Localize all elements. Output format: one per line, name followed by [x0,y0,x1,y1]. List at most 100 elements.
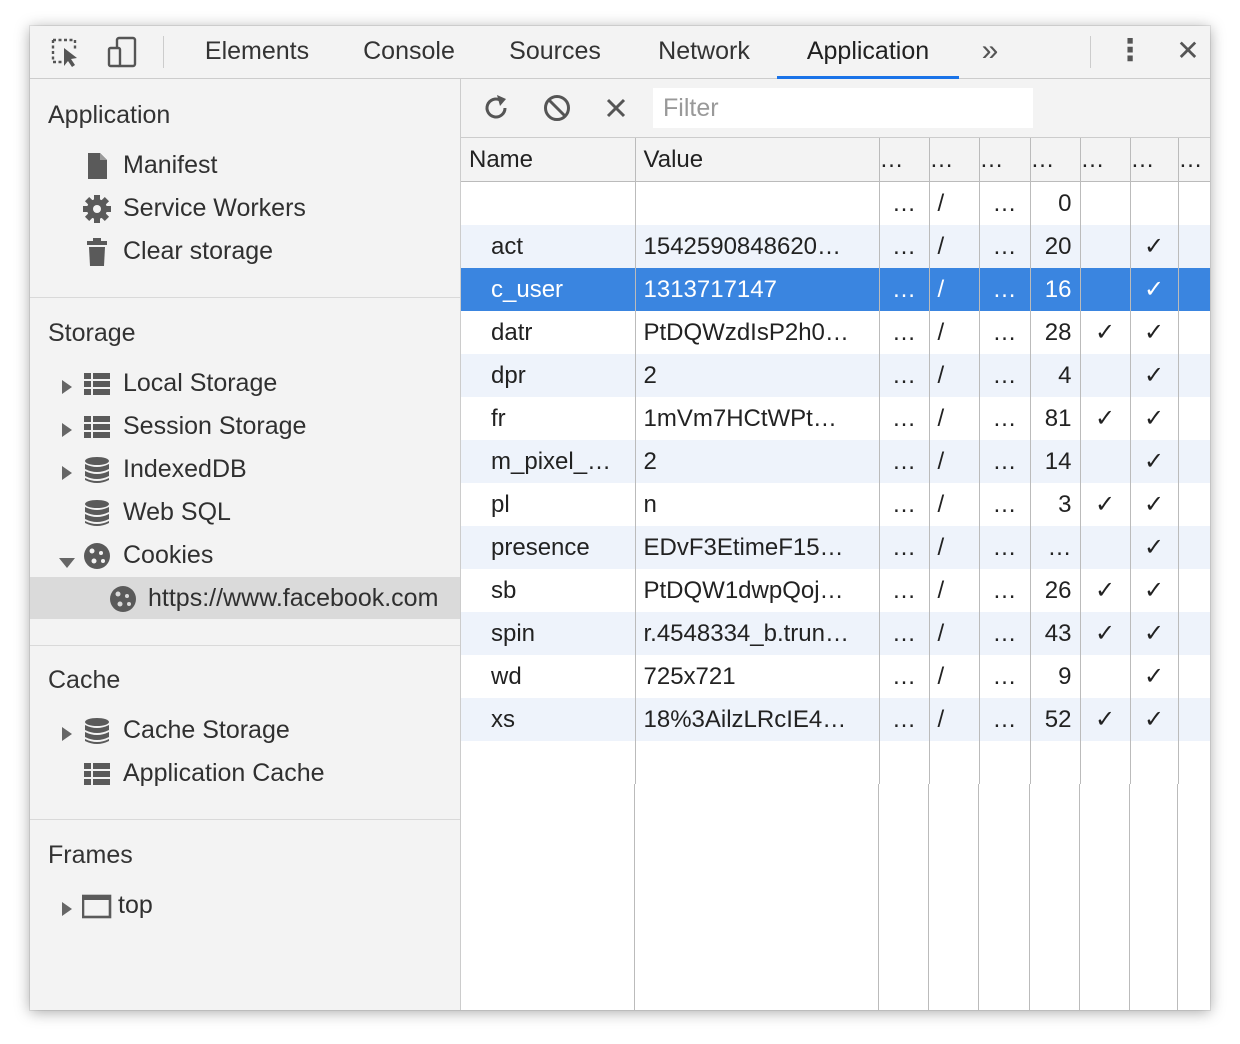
cookie-size: 3 [1030,483,1081,526]
expand-arrow-icon[interactable] [60,417,74,437]
cookie-samesite [1178,225,1210,268]
collapse-arrow-icon[interactable] [58,548,76,568]
table-row[interactable]: wd 725x721 … / … 9 ✓ [461,655,1210,698]
sidebar-item-manifest[interactable]: Manifest [30,144,460,186]
column-header-value[interactable]: Value [635,138,880,182]
table-row[interactable]: presence EDvF3EtimeF15… … / … … ✓ [461,526,1210,569]
cookie-domain: … [879,655,930,698]
tab-sources[interactable]: Sources [496,26,614,78]
cookie-name: c_user [461,268,636,311]
tab-console[interactable]: Console [348,26,470,78]
cookie-secure: ✓ [1130,526,1179,569]
column-header-name[interactable]: Name [461,138,636,182]
table-row[interactable]: spin r.4548334_b.trun… … / … 43 ✓ ✓ [461,612,1210,655]
cookie-secure: ✓ [1130,483,1179,526]
sidebar-item-service-workers[interactable]: Service Workers [30,187,460,229]
cookie-http-only: ✓ [1080,311,1131,354]
column-header-size[interactable]: … [1030,138,1081,182]
cookie-domain: … [879,483,930,526]
sidebar-item-session-storage[interactable]: Session Storage [30,405,460,447]
cookie-samesite [1178,483,1210,526]
device-toolbar-icon[interactable] [106,36,140,68]
more-tabs-icon[interactable]: » [970,26,1010,78]
section-title-cache: Cache [48,666,121,694]
sidebar-item-application-cache[interactable]: Application Cache [30,752,460,794]
cookie-name: datr [461,311,636,354]
cookie-path: / [929,569,980,612]
column-header-domain[interactable]: … [879,138,930,182]
tab-network[interactable]: Network [642,26,766,78]
cookie-http-only [1080,440,1131,483]
toolbar-separator [163,36,164,68]
cookie-expires: … [979,655,1031,698]
column-header-secure[interactable]: … [1130,138,1179,182]
column-header-path[interactable]: … [929,138,980,182]
cookie-path: / [929,612,980,655]
cookie-expires: … [979,225,1031,268]
close-icon[interactable]: ✕ [1170,26,1206,78]
table-row[interactable]: … / … 0 [461,181,1210,225]
cookie-domain: … [879,268,930,311]
column-header-samesite[interactable]: … [1178,138,1210,182]
empty-cell [1130,741,1179,784]
table-row[interactable]: sb PtDQW1dwpQoj… … / … 26 ✓ ✓ [461,569,1210,612]
cookie-size: 14 [1030,440,1081,483]
cookie-name: pl [461,483,636,526]
table-row-selected[interactable]: c_user 1313717147 … / … 16 ✓ [461,268,1210,311]
block-icon[interactable] [540,91,574,125]
sidebar-item-local-storage[interactable]: Local Storage [30,362,460,404]
table-row[interactable]: act 1542590848620… … / … 20 ✓ [461,225,1210,268]
empty-cell [879,741,930,784]
table-row[interactable]: dpr 2 … / … 4 ✓ [461,354,1210,397]
cookie-value: 1mVm7HCtWPt… [635,397,880,440]
column-header-http-only[interactable]: … [1080,138,1131,182]
table-row[interactable]: m_pixel_… 2 … / … 14 ✓ [461,440,1210,483]
inspect-element-icon[interactable] [50,36,84,68]
sidebar-item-label: https://www.facebook.com [148,584,439,612]
cookie-value: PtDQWzdIsP2h0… [635,311,880,354]
tab-application[interactable]: Application [777,26,959,79]
sidebar-item-indexeddb[interactable]: IndexedDB [30,448,460,490]
expand-arrow-icon[interactable] [60,374,74,394]
sidebar-item-clear-storage[interactable]: Clear storage [30,230,460,272]
database-icon [82,716,112,746]
table-row[interactable]: pl n … / … 3 ✓ ✓ [461,483,1210,526]
sidebar-item-cache-storage[interactable]: Cache Storage [30,709,460,751]
sidebar-item-cookies[interactable]: Cookies [30,534,460,576]
empty-cell [1080,741,1131,784]
cookie-expires: … [979,569,1031,612]
column-header-expires[interactable]: … [979,138,1031,182]
tab-elements[interactable]: Elements [194,26,320,78]
expand-arrow-icon[interactable] [60,721,74,741]
cookie-samesite [1178,440,1210,483]
section-title-application: Application [48,101,171,129]
trash-icon [82,237,112,267]
cookie-domain: … [879,311,930,354]
cookie-expires: … [979,397,1031,440]
sidebar-item-web-sql[interactable]: Web SQL [30,491,460,533]
cookie-path: / [929,483,980,526]
expand-arrow-icon[interactable] [60,460,74,480]
table-header-row: Name Value … … … … … … … [461,138,1210,182]
cookie-path: / [929,655,980,698]
cookie-http-only: ✓ [1080,569,1131,612]
kebab-menu-icon[interactable]: ⋮ [1114,26,1146,78]
table-row[interactable]: datr PtDQWzdIsP2h0… … / … 28 ✓ ✓ [461,311,1210,354]
cookie-secure [1130,181,1179,225]
cookie-size: 0 [1030,181,1081,225]
cookie-size: … [1030,526,1081,569]
filter-input[interactable] [653,88,1033,128]
cookie-http-only [1080,268,1131,311]
cookie-http-only [1080,655,1131,698]
refresh-icon[interactable] [479,91,513,125]
clear-icon[interactable] [599,91,633,125]
sidebar-item-cookie-origin[interactable]: https://www.facebook.com [30,577,460,619]
database-icon [82,498,112,528]
table-row[interactable]: xs 18%3AilzLRcIE4… … / … 52 ✓ ✓ [461,698,1210,741]
sidebar-item-frame-top[interactable]: top [30,884,460,926]
table-row[interactable]: fr 1mVm7HCtWPt… … / … 81 ✓ ✓ [461,397,1210,440]
empty-cell [461,741,636,784]
expand-arrow-icon[interactable] [60,896,74,916]
cookie-expires: … [979,698,1031,741]
sidebar-item-label: Manifest [123,151,218,179]
